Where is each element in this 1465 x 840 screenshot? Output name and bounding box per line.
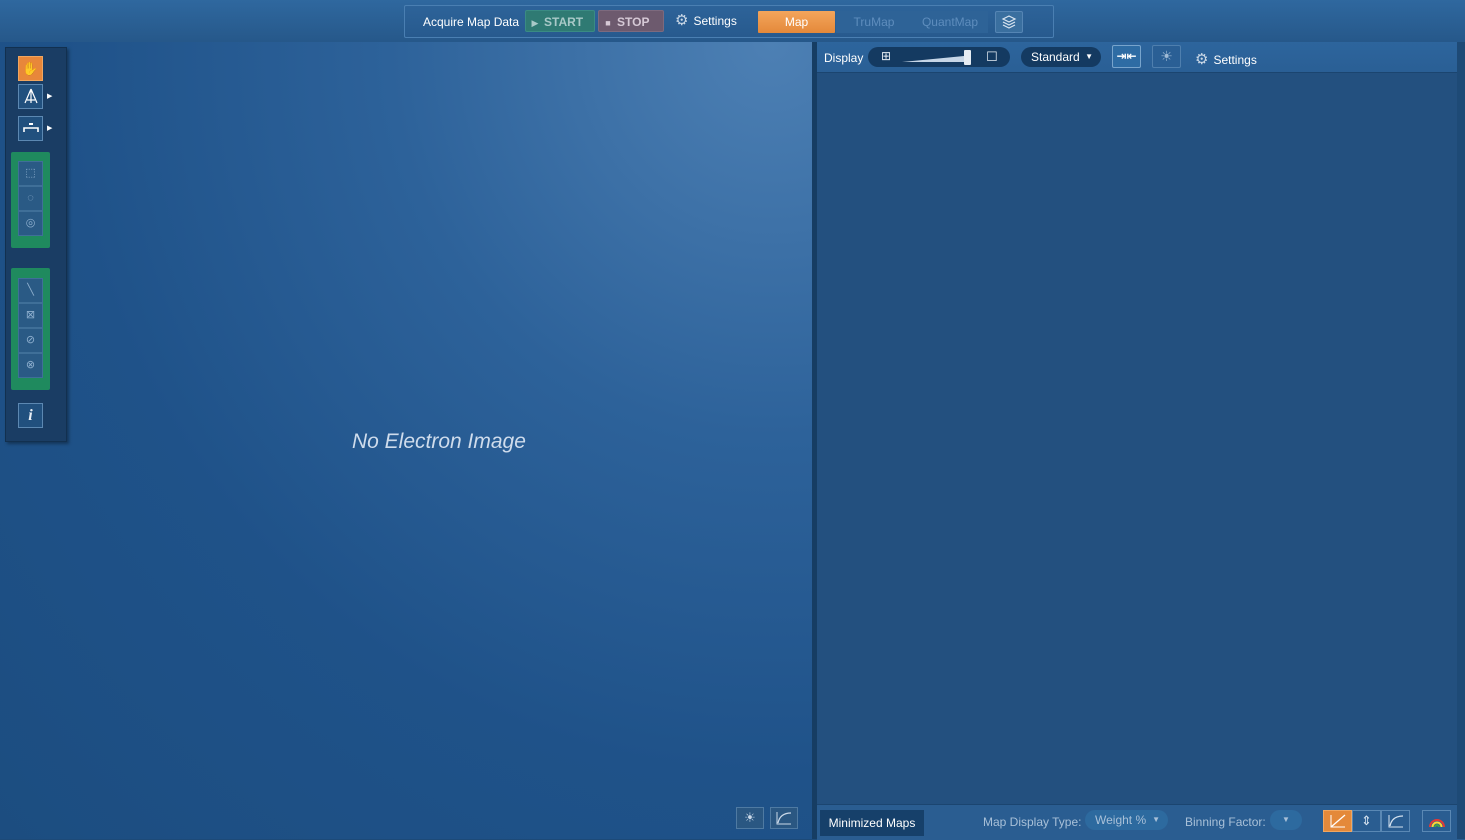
ellipse-region-button[interactable]: ⊘	[18, 328, 43, 353]
ellipse-select-icon: ◌	[27, 192, 34, 204]
brightness-icon: ☀	[744, 810, 756, 825]
scale-bar-tool-button[interactable]	[18, 116, 43, 141]
ellipse-region-icon: ⊘	[25, 334, 36, 346]
chevron-down-icon: ▼	[1085, 52, 1093, 61]
brightness-button[interactable]: ☀	[1152, 45, 1181, 68]
chevron-down-icon: ▼	[1152, 815, 1160, 824]
tab-trumap[interactable]: TruMap	[836, 11, 913, 33]
acquire-map-data-group: Acquire Map Data ▶ START ■ STOP ⚙ Settings …	[404, 5, 1054, 38]
layers-icon	[1001, 15, 1017, 29]
spot-tool-button[interactable]	[18, 84, 43, 109]
freehand-select-button[interactable]: ◎	[18, 211, 43, 236]
diagonal-map-icon	[1330, 814, 1345, 828]
tab-map[interactable]: Map	[758, 11, 835, 33]
spot-beam-icon	[23, 88, 38, 104]
map-display-type-value: Weight %	[1095, 813, 1147, 827]
map-display-panel: Display ⊞ ☐ Standard ▼ ⇥⇤ ☀ ⚙ Settings Mi…	[817, 42, 1465, 840]
start-button-label: START	[544, 15, 584, 29]
line-tool-icon: ╲	[27, 284, 34, 296]
display-label: Display	[824, 51, 864, 65]
palette-button[interactable]	[1422, 810, 1451, 832]
display-mode-value: Standard	[1031, 50, 1080, 64]
display-mode-dropdown[interactable]: Standard ▼	[1021, 47, 1101, 67]
fit-icon: ⇥⇤	[1116, 49, 1137, 63]
curve-icon	[776, 812, 792, 825]
spot-tool-submenu-arrow[interactable]: ▶	[47, 92, 52, 100]
single-view-icon: ☐	[986, 49, 998, 64]
stop-button[interactable]: ■ STOP	[598, 10, 664, 32]
info-icon: i	[28, 407, 33, 424]
gear-icon: ⚙	[1195, 51, 1209, 68]
split-button[interactable]: ⇕	[1352, 810, 1381, 832]
grid-icon: ⊞	[881, 49, 892, 63]
acquire-settings-button[interactable]: ⚙ Settings	[675, 12, 737, 30]
ellipse-select-button[interactable]: ◌	[18, 186, 43, 211]
chevron-down-icon: ▼	[1282, 815, 1290, 824]
scale-bar-icon	[22, 123, 39, 132]
display-toolbar: Display ⊞ ☐ Standard ▼ ⇥⇤ ☀ ⚙ Settings	[817, 42, 1465, 73]
binning-factor-dropdown[interactable]: ▼	[1270, 810, 1302, 830]
acquire-settings-label: Settings	[693, 14, 737, 28]
left-brightness-button[interactable]: ☀	[736, 807, 764, 829]
hand-pan-icon: ✋	[22, 61, 39, 76]
minimized-maps-tab[interactable]: Minimized Maps	[820, 810, 924, 836]
no-image-placeholder: No Electron Image	[352, 430, 526, 453]
right-edge-strip	[1457, 42, 1465, 839]
rectangle-region-button[interactable]: ⊠	[18, 303, 43, 328]
rectangle-select-button[interactable]: ⬚	[18, 161, 43, 186]
play-icon: ▶	[531, 18, 539, 28]
stop-button-label: STOP	[617, 15, 650, 29]
gear-icon: ⚙	[675, 12, 689, 29]
freehand-select-icon: ◎	[25, 217, 36, 229]
slider-wedge	[902, 56, 964, 62]
electron-image-panel[interactable]: ✋ ▶ ▶ ⬚ ◌ ◎ ╲ ⊠ ⊘ ⊗ i No Electron Image …	[0, 42, 812, 839]
start-button[interactable]: ▶ START	[525, 10, 595, 32]
rectangle-region-icon: ⊠	[25, 309, 36, 321]
acquire-map-data-label: Acquire Map Data	[423, 15, 520, 29]
line-tool-button[interactable]: ╲	[18, 278, 43, 303]
split-icon: ⇕	[1361, 813, 1372, 828]
top-toolbar: Acquire Map Data ▶ START ■ STOP ⚙ Settings …	[0, 0, 1465, 43]
fit-button[interactable]: ⇥⇤	[1112, 45, 1141, 68]
layers-button[interactable]	[995, 11, 1023, 33]
scale-bar-submenu-arrow[interactable]: ▶	[47, 124, 52, 132]
tab-quantmap[interactable]: QuantMap	[912, 11, 988, 33]
freehand-region-icon: ⊗	[25, 359, 36, 371]
binning-factor-label: Binning Factor:	[1185, 815, 1266, 829]
map-bottom-bar: Minimized Maps Map Display Type: Weight …	[817, 804, 1465, 840]
curve-button[interactable]	[1381, 810, 1410, 832]
tool-palette: ✋ ▶ ▶ ⬚ ◌ ◎ ╲ ⊠ ⊘ ⊗ i	[5, 47, 67, 442]
pan-tool-button[interactable]: ✋	[18, 56, 43, 81]
curve-icon	[1388, 815, 1403, 828]
display-settings-button[interactable]: ⚙ Settings	[1195, 50, 1257, 68]
slider-handle[interactable]	[964, 50, 971, 65]
freehand-region-button[interactable]: ⊗	[18, 353, 43, 378]
map-display-type-label: Map Display Type:	[983, 815, 1082, 829]
info-button[interactable]: i	[18, 403, 43, 428]
map-display-type-dropdown[interactable]: Weight % ▼	[1085, 810, 1168, 830]
left-curve-button[interactable]	[770, 807, 798, 829]
display-size-slider[interactable]: ⊞ ☐	[868, 47, 1010, 67]
stop-icon: ■	[605, 18, 611, 28]
rainbow-palette-icon	[1428, 819, 1445, 828]
display-settings-label: Settings	[1213, 53, 1257, 67]
diagonal-map-button[interactable]	[1323, 810, 1352, 832]
brightness-icon: ☀	[1160, 48, 1173, 64]
rectangle-select-icon: ⬚	[25, 167, 36, 179]
